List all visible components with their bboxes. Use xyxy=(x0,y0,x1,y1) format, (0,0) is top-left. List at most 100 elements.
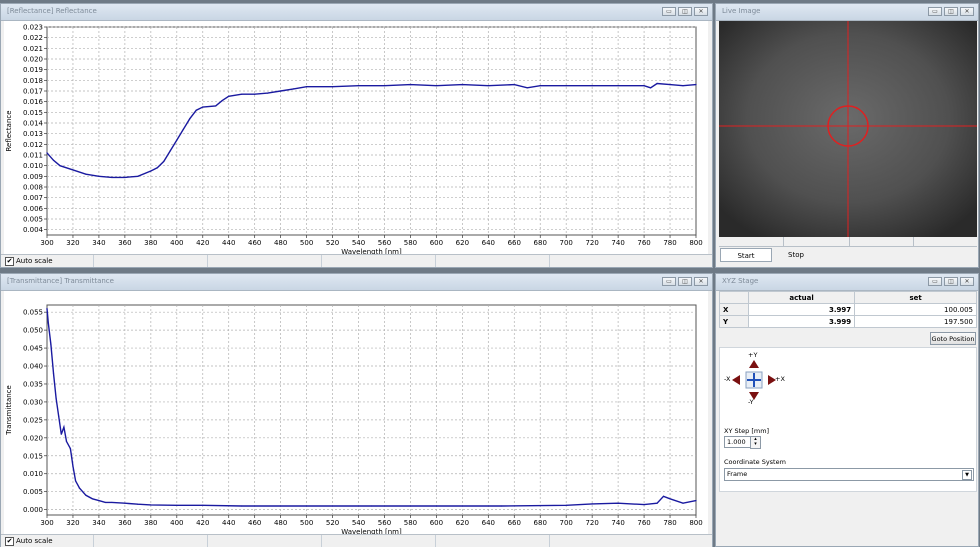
auto-scale-checkbox[interactable]: ✔ xyxy=(5,257,14,266)
live-image-svg xyxy=(719,21,977,237)
y-tick-label: 0.025 xyxy=(23,416,43,424)
dropdown-arrow-icon[interactable]: ▼ xyxy=(962,470,972,480)
data-point xyxy=(228,95,230,97)
y-tick-label: 0.004 xyxy=(23,226,44,234)
set-x-field[interactable]: 100.005 xyxy=(854,303,977,316)
minimize-button[interactable]: ▭ xyxy=(928,277,942,286)
x-tick-label: 680 xyxy=(534,239,547,247)
data-point xyxy=(98,500,100,502)
live-image-button-row xyxy=(719,237,977,247)
data-point xyxy=(383,85,386,87)
data-point xyxy=(111,176,113,178)
data-point xyxy=(254,93,256,95)
transmittance-titlebar[interactable]: [Transmittance] Transmittance ▭ ◫ ✕ xyxy=(1,274,712,291)
restore-button[interactable]: ◫ xyxy=(678,277,692,286)
x-tick-label: 300 xyxy=(40,519,53,527)
x-tick-label: 360 xyxy=(118,239,131,247)
x-tick-label: 720 xyxy=(585,519,598,527)
data-point xyxy=(591,85,593,87)
data-point xyxy=(202,106,204,108)
y-tick-label: 0.006 xyxy=(23,205,44,213)
data-point xyxy=(72,169,74,171)
jog-pad xyxy=(732,360,776,400)
live-image-titlebar[interactable]: Live Image ▭ ◫ ✕ xyxy=(716,4,978,21)
reflectance-titlebar[interactable]: [Reflectance] Reflectance ▭ ◫ ✕ xyxy=(1,4,712,21)
jog-up-arrow-icon[interactable] xyxy=(749,360,759,368)
xy-step-value: 1.000 xyxy=(727,438,746,446)
data-point xyxy=(306,86,308,88)
x-tick-label: 700 xyxy=(560,239,573,247)
x-tick-label: 660 xyxy=(508,519,521,527)
minimize-button[interactable]: ▭ xyxy=(662,277,676,286)
xy-step-spinner[interactable]: ▴ ▾ xyxy=(750,436,761,449)
jog-pad-panel: +Y -Y -X +X XY Step [mm] 1.000 ▴ ▾ Coordi… xyxy=(719,347,977,492)
goto-position-button[interactable]: Goto Position xyxy=(930,332,976,345)
data-point xyxy=(435,85,437,87)
data-point xyxy=(182,128,184,130)
stop-button[interactable]: Stop xyxy=(776,248,816,262)
x-tick-label: 540 xyxy=(352,239,365,247)
restore-button[interactable]: ◫ xyxy=(678,7,692,16)
y-tick-label: 0.040 xyxy=(23,363,43,371)
y-tick-label: 0.020 xyxy=(23,434,43,442)
x-tick-label: 320 xyxy=(66,519,79,527)
x-tick-label: 340 xyxy=(92,239,105,247)
camera-live-view[interactable] xyxy=(719,21,977,237)
x-tick-label: 560 xyxy=(378,239,391,247)
close-button[interactable]: ✕ xyxy=(694,7,708,16)
jog-down-arrow-icon[interactable] xyxy=(749,392,759,400)
data-point xyxy=(137,503,139,505)
column-header-set: set xyxy=(854,291,977,304)
start-button[interactable]: Start xyxy=(720,248,772,262)
data-point xyxy=(267,92,269,94)
restore-button[interactable]: ◫ xyxy=(944,277,958,286)
minimize-button[interactable]: ▭ xyxy=(662,7,676,16)
xyz-stage-titlebar[interactable]: XYZ Stage ▭ ◫ ✕ xyxy=(716,274,978,291)
y-tick-label: 0.008 xyxy=(23,184,43,192)
data-point xyxy=(59,165,61,167)
x-tick-label: 400 xyxy=(170,239,183,247)
start-label: Start xyxy=(737,252,755,260)
coordinate-system-value: Frame xyxy=(727,470,748,478)
data-point xyxy=(46,307,48,310)
coordinate-system-select[interactable]: Frame ▼ xyxy=(724,468,974,481)
reflectance-plot-area: 300 320 340 360 380 400 420 440 460 480 500 520 540 5… xyxy=(4,21,708,256)
data-point xyxy=(52,159,55,161)
data-point xyxy=(58,415,60,417)
table-row: Y 3.999 197.500 xyxy=(719,315,977,328)
xy-step-label: XY Step [mm] xyxy=(724,427,770,435)
close-button[interactable]: ✕ xyxy=(694,277,708,286)
x-tick-label: 740 xyxy=(611,519,624,527)
data-point xyxy=(50,343,52,346)
data-point xyxy=(74,480,77,482)
xyz-stage-window: XYZ Stage ▭ ◫ ✕ actual set X 3.997 100.0… xyxy=(715,273,979,547)
data-point xyxy=(124,176,126,178)
data-point xyxy=(461,84,463,86)
set-y-field[interactable]: 197.500 xyxy=(854,315,977,328)
close-button[interactable]: ✕ xyxy=(960,7,974,16)
jog-left-arrow-icon[interactable] xyxy=(732,375,740,385)
y-tick-label: 0.050 xyxy=(23,327,43,335)
data-point xyxy=(156,167,158,169)
x-tick-label: 640 xyxy=(482,239,495,247)
y-tick-label: 0.045 xyxy=(23,345,43,353)
minimize-button[interactable]: ▭ xyxy=(928,7,942,16)
data-point xyxy=(649,87,652,89)
auto-scale-checkbox[interactable]: ✔ xyxy=(5,537,14,546)
y-tick-label: 0.035 xyxy=(23,380,43,388)
data-point xyxy=(150,504,152,506)
auto-scale-label: Auto scale xyxy=(16,537,53,545)
y-tick-label: 0.010 xyxy=(23,162,43,170)
x-tick-label: 520 xyxy=(326,519,339,527)
goto-position-label: Goto Position xyxy=(931,335,975,343)
data-point xyxy=(189,118,191,120)
close-button[interactable]: ✕ xyxy=(960,277,974,286)
x-tick-label: 460 xyxy=(248,239,261,247)
xy-step-input[interactable]: 1.000 xyxy=(724,436,752,448)
auto-scale-label: Auto scale xyxy=(16,257,53,265)
data-point xyxy=(409,84,412,86)
y-tick-label: 0.030 xyxy=(23,398,43,406)
data-point xyxy=(656,82,658,85)
restore-button[interactable]: ◫ xyxy=(944,7,958,16)
jog-right-arrow-icon[interactable] xyxy=(768,375,776,385)
